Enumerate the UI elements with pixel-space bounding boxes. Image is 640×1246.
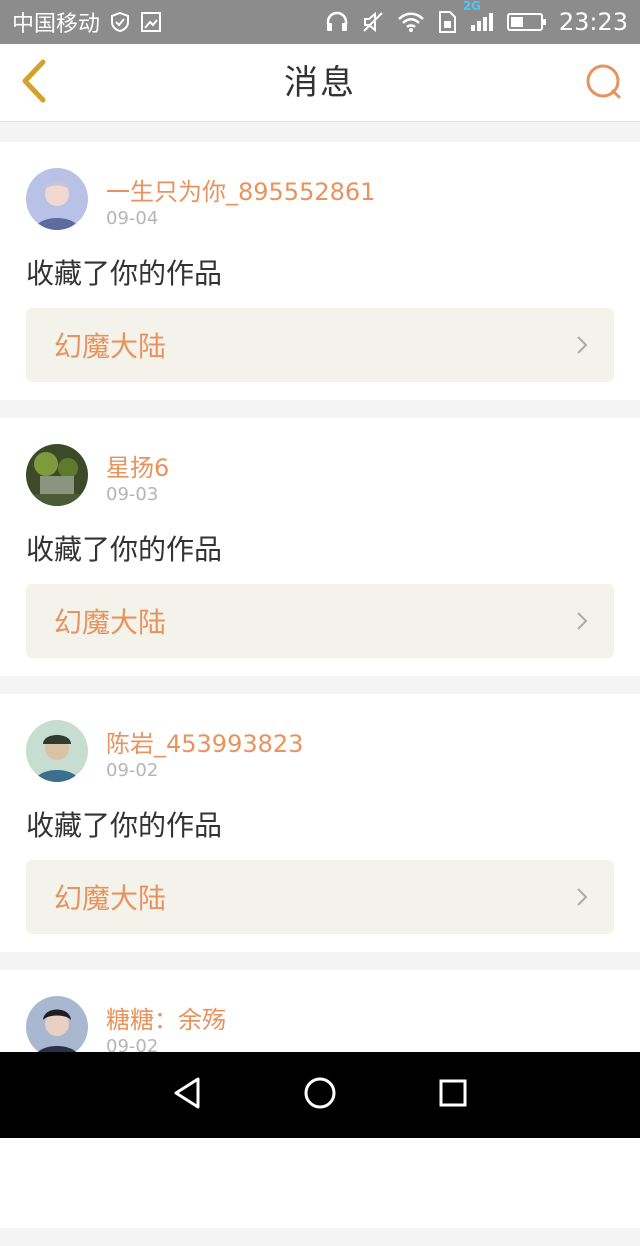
message-card[interactable]: 陈岩_453993823 09-02 收藏了你的作品 幻魔大陆 — [0, 694, 640, 952]
clock: 23:23 — [558, 8, 628, 36]
message-text: 收藏了你的作品 — [26, 257, 223, 290]
message-card[interactable]: 星扬6 09-03 收藏了你的作品 幻魔大陆 — [0, 418, 640, 676]
nav-recents-button[interactable] — [423, 1065, 483, 1125]
message-text: 收藏了你的作品 — [26, 809, 223, 842]
status-bar: 中国移动 2G 23:23 — [0, 0, 640, 44]
message-text: 收藏了你的作品 — [26, 533, 223, 566]
system-nav-bar — [0, 1052, 640, 1138]
search-icon — [585, 63, 623, 105]
mute-icon — [361, 10, 385, 34]
app-header: 消息 — [0, 44, 640, 122]
carrier-name: 中国移动 — [12, 12, 101, 37]
avatar[interactable] — [26, 996, 88, 1058]
wifi-icon — [397, 11, 425, 33]
home-circle-icon — [302, 1075, 338, 1115]
work-title: 幻魔大陆 — [54, 606, 167, 639]
headphones-icon — [325, 10, 349, 34]
work-link[interactable]: 幻魔大陆 — [26, 308, 614, 382]
work-link[interactable]: 幻魔大陆 — [26, 860, 614, 934]
avatar[interactable] — [26, 168, 88, 230]
username[interactable]: 糖糖：余殇 — [106, 1000, 226, 1035]
avatar[interactable] — [26, 720, 88, 782]
username[interactable]: 星扬6 — [106, 448, 169, 483]
username[interactable]: 一生只为你_895552861 — [106, 172, 375, 207]
message-card[interactable]: 一生只为你_895552861 09-04 收藏了你的作品 幻魔大陆 — [0, 142, 640, 400]
nav-back-button[interactable] — [157, 1065, 217, 1125]
message-date: 09-03 — [106, 484, 159, 505]
recents-square-icon — [437, 1077, 469, 1113]
sim-icon — [437, 10, 457, 34]
message-date: 09-04 — [106, 208, 159, 229]
chevron-right-icon — [576, 887, 588, 911]
search-button[interactable] — [582, 62, 626, 106]
battery-icon — [506, 11, 547, 33]
image-icon — [140, 11, 162, 33]
signal-icon: 2G — [463, 0, 495, 33]
network-type: 2G — [462, 0, 482, 13]
avatar[interactable] — [26, 444, 88, 506]
work-title: 幻魔大陆 — [54, 330, 167, 363]
shield-check-icon — [110, 11, 130, 33]
page-title: 消息 — [284, 63, 356, 103]
work-link[interactable]: 幻魔大陆 — [26, 584, 614, 658]
chevron-right-icon — [576, 335, 588, 359]
nav-home-button[interactable] — [290, 1065, 350, 1125]
message-date: 09-02 — [106, 760, 159, 781]
chevron-right-icon — [576, 611, 588, 635]
username[interactable]: 陈岩_453993823 — [106, 724, 303, 759]
back-triangle-icon — [170, 1076, 204, 1114]
work-title: 幻魔大陆 — [54, 882, 167, 915]
